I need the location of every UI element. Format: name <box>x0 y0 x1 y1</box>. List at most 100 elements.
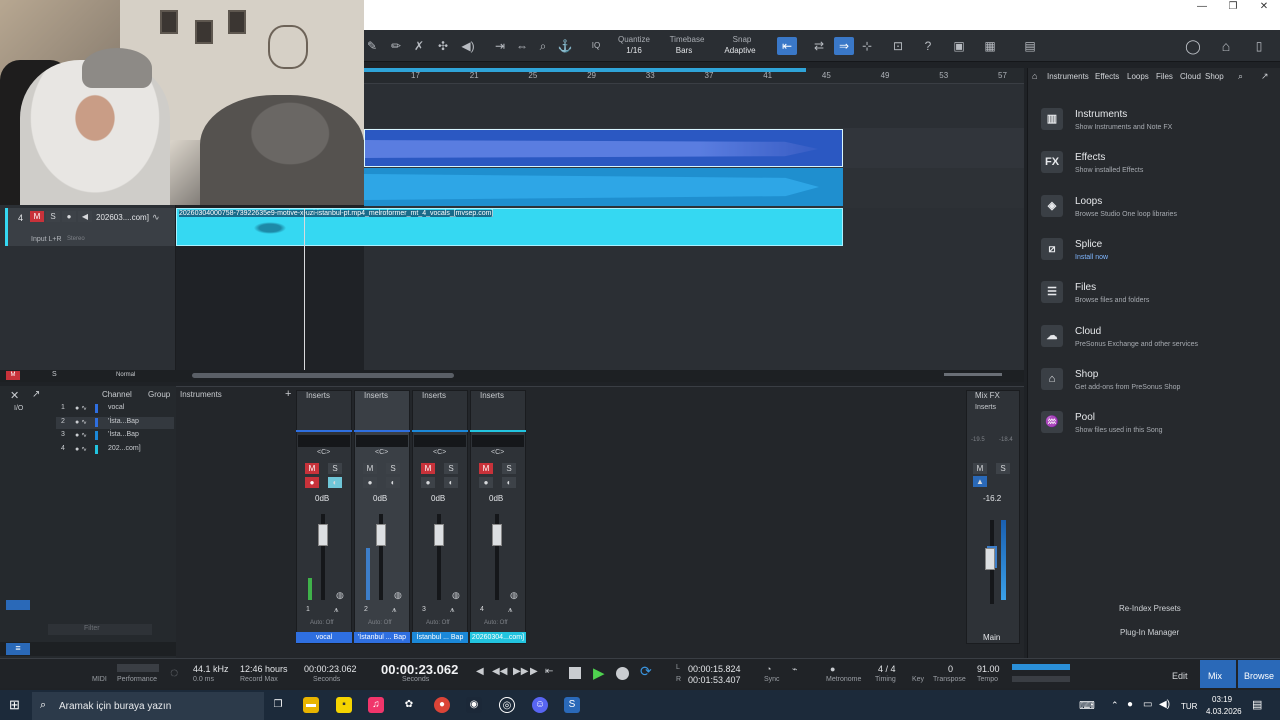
pan-display[interactable] <box>356 435 408 447</box>
automation-icon[interactable]: ⩚ <box>508 605 513 615</box>
loop-range-bar[interactable] <box>364 68 806 72</box>
meter-icon[interactable]: ◍ <box>394 590 402 601</box>
monitor-icon[interactable]: ◐ <box>328 477 342 488</box>
strip-mute-button[interactable]: M <box>421 463 435 474</box>
volume-fader[interactable] <box>434 524 444 546</box>
metronome-icon[interactable]: ● <box>830 664 835 674</box>
strip-inserts[interactable]: Inserts <box>364 391 388 400</box>
strip-solo-button[interactable]: S <box>444 463 458 474</box>
mix-view-button[interactable]: Mix <box>1200 660 1236 688</box>
channel-list-name[interactable]: vocal <box>108 404 124 411</box>
timestretch-icon[interactable]: ⊡ <box>889 37 907 55</box>
forward-end-icon[interactable]: ▶ <box>530 666 538 677</box>
track-mute-button[interactable]: M <box>30 211 44 222</box>
video-icon[interactable]: ▣ <box>950 37 968 55</box>
loop-end[interactable]: 00:01:53.407 <box>688 675 741 685</box>
loop-button[interactable]: ⟳ <box>640 663 652 680</box>
input-select[interactable]: Input L+R <box>31 236 62 243</box>
minimize-icon[interactable]: — <box>1187 0 1217 14</box>
strip-solo-button[interactable]: S <box>386 463 400 474</box>
pan-value[interactable]: <C> <box>375 449 388 456</box>
file-explorer-icon[interactable]: ▬ <box>303 697 319 713</box>
browser-item-title[interactable]: Effects <box>1075 152 1105 163</box>
strip-inserts[interactable]: Inserts <box>480 391 504 400</box>
meter-icon[interactable]: ◍ <box>452 590 460 601</box>
strip-name[interactable]: İstanbul ... Bap <box>412 632 468 643</box>
channel-list-name[interactable]: 'İsta...Bap <box>108 418 139 425</box>
cloud-icon[interactable]: ☁ <box>1041 324 1063 347</box>
browser-item-title[interactable]: Instruments <box>1075 109 1127 120</box>
browser-expand-icon[interactable]: ↗ <box>1261 71 1269 82</box>
strip-name[interactable]: 20260304...com] <box>470 632 526 643</box>
pan-value[interactable]: <C> <box>433 449 446 456</box>
global-solo-button[interactable]: S <box>52 371 57 378</box>
keyboard-view-button[interactable] <box>6 600 30 610</box>
help-icon[interactable]: ? <box>919 37 937 55</box>
pan-display[interactable] <box>298 435 350 447</box>
rewind-start-icon[interactable]: ◀ <box>476 666 484 677</box>
quantize-select[interactable]: 1/16 <box>612 46 656 55</box>
strip-name[interactable]: vocal <box>296 632 352 643</box>
playhead[interactable] <box>304 208 305 370</box>
record-button[interactable] <box>616 667 629 680</box>
close-mixer-icon[interactable]: ✕ <box>10 389 19 402</box>
pan-display[interactable] <box>414 435 466 447</box>
browser-item-title[interactable]: Loops <box>1075 196 1102 207</box>
automation-mode[interactable]: Auto: Off <box>310 620 334 626</box>
automation-icon[interactable]: ⩚ <box>334 605 339 615</box>
browser-home-icon[interactable]: ⌂ <box>1032 71 1037 81</box>
steam-icon[interactable]: ◉ <box>466 697 482 713</box>
cursor-follow-icon[interactable]: ⊹ <box>858 37 876 55</box>
monitor-icon[interactable]: ◀ <box>78 211 92 222</box>
snap-toggle-button[interactable]: ⇤ <box>777 37 797 55</box>
expand-icon[interactable]: ↗ <box>32 389 40 400</box>
language-indicator[interactable]: TUR <box>1181 702 1197 711</box>
monitor-icon[interactable]: ◐ <box>502 477 516 488</box>
clock-date[interactable]: 4.03.2026 <box>1206 707 1242 716</box>
stop-button[interactable] <box>569 667 581 679</box>
plugin-manager-button[interactable]: Plug-In Manager <box>1120 628 1179 637</box>
windows-start-icon[interactable]: ⊞ <box>9 697 20 713</box>
obs-icon[interactable]: ◎ <box>499 697 515 713</box>
mixfx-label[interactable]: Mix FX <box>975 391 1000 400</box>
volume-fader[interactable] <box>376 524 386 546</box>
loops-icon[interactable]: ◈ <box>1041 194 1063 217</box>
record-arm-icon[interactable]: ● <box>305 477 319 488</box>
chrome-icon[interactable]: ● <box>434 697 450 713</box>
record-arm-icon[interactable]: ● <box>479 477 493 488</box>
timebase-select[interactable]: Bars <box>664 46 704 55</box>
automation-mode[interactable]: Auto: Off <box>484 620 508 626</box>
close-icon[interactable]: ✕ <box>1249 0 1279 14</box>
task-view-icon[interactable]: ❐ <box>270 697 286 713</box>
seconds-label[interactable]: Seconds <box>313 676 340 683</box>
split-tool-icon[interactable]: ⇥ <box>491 37 509 55</box>
output-volume-slider[interactable] <box>1012 676 1070 682</box>
browser-search-icon[interactable]: ⌕ <box>1238 71 1243 82</box>
filter-input[interactable]: Filter <box>48 624 152 635</box>
strip-inserts[interactable]: Inserts <box>422 391 446 400</box>
strip-solo-button[interactable]: S <box>328 463 342 474</box>
loop-start[interactable]: 00:00:15.824 <box>688 664 741 674</box>
key-label[interactable]: Key <box>912 676 924 683</box>
tab-instruments[interactable]: Instruments <box>1047 72 1089 81</box>
pan-value[interactable]: <C> <box>491 449 504 456</box>
eraser-tool-icon[interactable]: ✎ <box>363 37 381 55</box>
time-signature[interactable]: 4 / 4 <box>878 664 896 674</box>
grid-view-icon[interactable]: ▦ <box>981 37 999 55</box>
files-icon[interactable]: ☰ <box>1041 281 1063 304</box>
splice-icon[interactable]: ⧄ <box>1041 237 1063 260</box>
track-solo-button[interactable]: S <box>46 211 60 222</box>
reindex-presets-button[interactable]: Re-Index Presets <box>1119 604 1181 613</box>
layout-icon[interactable]: ▤ <box>1021 37 1039 55</box>
bend-tool-icon[interactable]: ✣ <box>434 37 452 55</box>
volume-fader[interactable] <box>318 524 328 546</box>
secondary-time[interactable]: 00:00:23.062 <box>304 664 357 674</box>
automation-icon[interactable]: ⩚ <box>450 605 455 615</box>
sticky-notes-icon[interactable]: ▪ <box>336 697 352 713</box>
studio-one-icon[interactable]: S <box>564 697 580 713</box>
pool-icon[interactable]: ♒ <box>1041 411 1063 434</box>
automation-mode[interactable]: Auto: Off <box>426 620 450 626</box>
edit-view-button[interactable]: Edit <box>1172 671 1188 681</box>
add-instrument-icon[interactable]: + <box>285 388 291 400</box>
global-mute-button[interactable]: M <box>6 371 20 380</box>
